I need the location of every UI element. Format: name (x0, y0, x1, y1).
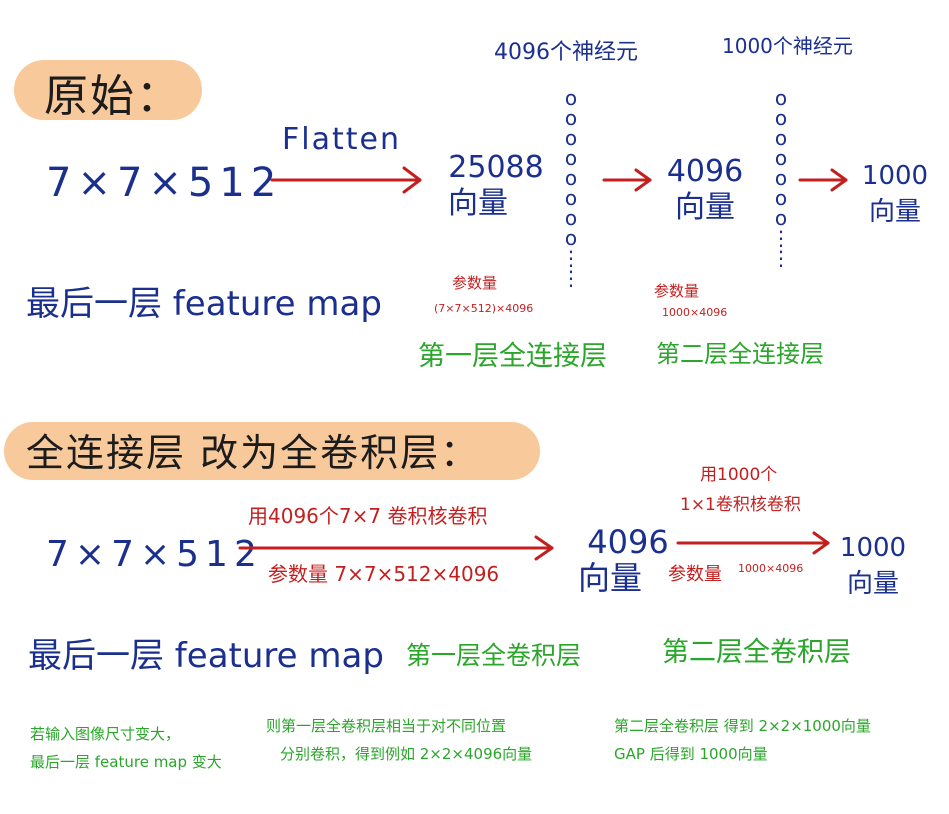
conv2-arrow (676, 531, 830, 555)
arrows-layer (238, 166, 848, 561)
conv1-arrow (238, 535, 554, 561)
fc2-arrow (798, 168, 848, 192)
fc1-arrow (602, 168, 652, 192)
flatten-arrow (270, 166, 422, 194)
